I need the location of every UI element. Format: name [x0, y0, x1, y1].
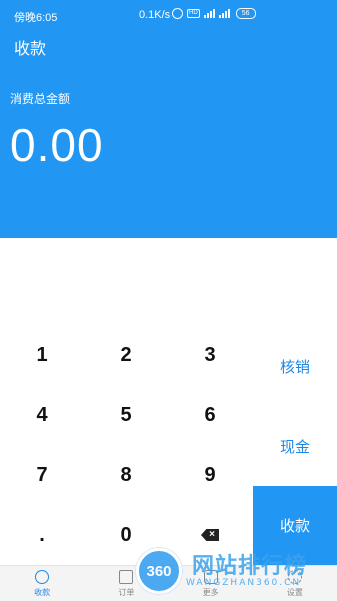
nav-item-settings[interactable]: 设置: [253, 566, 337, 601]
nav-label: 设置: [286, 588, 303, 597]
bottom-nav: 收款 订单 更多 设置: [0, 565, 337, 601]
key-6[interactable]: 6: [168, 385, 252, 445]
key-9[interactable]: 9: [168, 445, 252, 505]
amount-panel: 消费总金额 0.00: [0, 62, 337, 238]
collect-icon: [35, 570, 50, 584]
key-8[interactable]: 8: [84, 445, 168, 505]
nav-item-orders[interactable]: 订单: [84, 566, 168, 601]
key-0[interactable]: 0: [84, 505, 168, 565]
status-bar: 傍晚6:05 0.1K/s HD 56: [0, 0, 337, 30]
status-icons: HD 56: [172, 8, 256, 19]
network-speed: 0.1K/s: [139, 9, 171, 21]
battery-icon: 56: [235, 8, 256, 19]
signal-icon: [203, 9, 215, 18]
nav-label: 收款: [34, 588, 51, 597]
key-1[interactable]: 1: [0, 325, 84, 385]
settings-icon: [287, 570, 302, 584]
more-icon: [203, 570, 218, 584]
alarm-icon: [172, 8, 183, 19]
key-2[interactable]: 2: [84, 325, 168, 385]
key-4[interactable]: 4: [0, 385, 84, 445]
key-3[interactable]: 3: [168, 325, 252, 385]
collect-payment-button[interactable]: 收款: [253, 486, 337, 565]
hd-icon: HD: [187, 9, 200, 18]
nav-item-more[interactable]: 更多: [169, 566, 253, 601]
app-bar: 收款: [0, 30, 337, 62]
key-decimal[interactable]: .: [0, 505, 84, 565]
order-icon: [119, 570, 134, 584]
verify-button[interactable]: 核销: [253, 336, 337, 396]
amount-label: 消费总金额: [10, 92, 71, 106]
nav-item-collect[interactable]: 收款: [0, 566, 84, 601]
amount-display: 0.00: [10, 119, 104, 171]
key-5[interactable]: 5: [84, 385, 168, 445]
numeric-keypad: 1 2 3 4 5 6 7 8 9 . 0 ×: [0, 325, 252, 565]
signal-icon: [218, 9, 230, 18]
key-backspace[interactable]: ×: [168, 505, 252, 565]
key-7[interactable]: 7: [0, 445, 84, 505]
status-time: 傍晚6:05: [14, 12, 58, 24]
backspace-icon: ×: [201, 529, 219, 541]
nav-label: 更多: [202, 588, 219, 597]
cash-button[interactable]: 现金: [253, 416, 337, 476]
page-title: 收款: [14, 41, 47, 58]
nav-label: 订单: [118, 588, 135, 597]
